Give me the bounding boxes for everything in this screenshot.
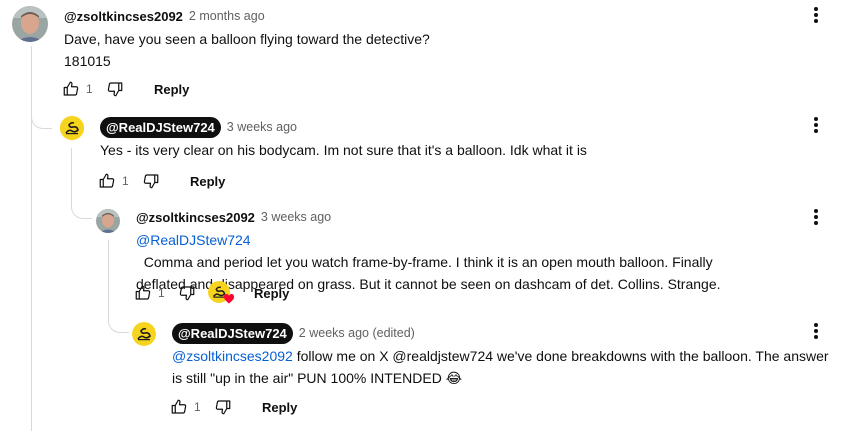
avatar[interactable] <box>12 6 48 42</box>
like-button[interactable] <box>60 78 82 100</box>
comment-text-line: is still "up in the air" PUN 100% INTEND… <box>172 370 463 386</box>
gadsden-flag-icon <box>60 116 84 140</box>
more-options-button[interactable] <box>806 205 826 229</box>
thumbs-down-icon <box>215 400 231 415</box>
dislike-button[interactable] <box>212 396 234 418</box>
thread-connector <box>71 198 92 219</box>
thumbs-up-icon <box>99 173 115 188</box>
thumbs-up-icon <box>171 399 187 414</box>
thumbs-down-icon <box>107 82 123 97</box>
gadsden-flag-icon <box>132 322 156 346</box>
like-count: 1 <box>122 174 129 188</box>
thumbs-down-icon <box>143 174 159 189</box>
comment-time[interactable]: 2 weeks ago (edited) <box>299 326 415 340</box>
comment-text: Dave, have you seen a balloon flying tow… <box>64 31 430 47</box>
thumbs-up-icon <box>135 285 151 300</box>
reply-button[interactable]: Reply <box>146 78 197 101</box>
more-vert-icon <box>814 7 818 23</box>
thumbs-up-icon <box>63 81 79 96</box>
more-options-button[interactable] <box>806 3 826 27</box>
more-options-button[interactable] <box>806 113 826 137</box>
comment-author[interactable]: @RealDJStew724 <box>172 322 293 344</box>
like-button[interactable] <box>168 396 190 418</box>
dislike-button[interactable] <box>104 78 126 100</box>
like-button[interactable] <box>132 282 154 304</box>
comment-text: Yes - its very clear on his bodycam. Im … <box>100 142 587 158</box>
creator-heart-badge <box>208 281 235 305</box>
more-vert-icon <box>814 323 818 339</box>
heart-icon <box>223 293 235 304</box>
more-vert-icon <box>814 117 818 133</box>
avatar[interactable] <box>132 322 156 346</box>
thread-line <box>71 148 72 198</box>
comment-text-line: @zsoltkincses2092 follow me on X @realdj… <box>172 345 832 367</box>
avatar[interactable] <box>96 209 120 233</box>
mention-link[interactable]: @zsoltkincses2092 <box>172 348 293 364</box>
dislike-button[interactable] <box>176 282 198 304</box>
like-count: 1 <box>86 82 93 96</box>
thread-line <box>108 240 109 310</box>
dislike-button[interactable] <box>140 170 162 192</box>
more-vert-icon <box>814 209 818 225</box>
mention-link[interactable]: @RealDJStew724 <box>136 232 251 248</box>
comment-time[interactable]: 3 weeks ago <box>227 120 297 134</box>
comment-text: follow me on X @realdjstew724 we've done… <box>292 348 829 364</box>
reply-button[interactable]: Reply <box>182 170 233 193</box>
comment-time[interactable]: 2 months ago <box>189 9 265 23</box>
like-count: 1 <box>194 400 201 414</box>
thread-connector <box>31 108 52 129</box>
like-count: 1 <box>158 286 165 300</box>
comment-author[interactable]: @zsoltkincses2092 <box>64 9 183 24</box>
thumbs-down-icon <box>179 286 195 301</box>
reply-button[interactable]: Reply <box>254 396 305 419</box>
comment-time[interactable]: 3 weeks ago <box>261 210 331 224</box>
comment-author[interactable]: @zsoltkincses2092 <box>136 210 255 225</box>
avatar[interactable] <box>60 116 84 140</box>
thread-connector <box>108 310 129 333</box>
more-options-button[interactable] <box>806 319 826 343</box>
comment-text: Comma and period let you watch frame-by-… <box>136 254 713 270</box>
reply-button[interactable]: Reply <box>246 282 297 305</box>
like-button[interactable] <box>96 170 118 192</box>
avatar-photo-icon <box>96 209 120 233</box>
comment-author[interactable]: @RealDJStew724 <box>100 116 221 138</box>
avatar-photo-icon <box>12 6 48 42</box>
thread-line <box>31 46 32 431</box>
comment-text-line: @RealDJStew724 Comma and period let you … <box>136 229 826 273</box>
comment-text-line: 181015 <box>64 53 111 69</box>
